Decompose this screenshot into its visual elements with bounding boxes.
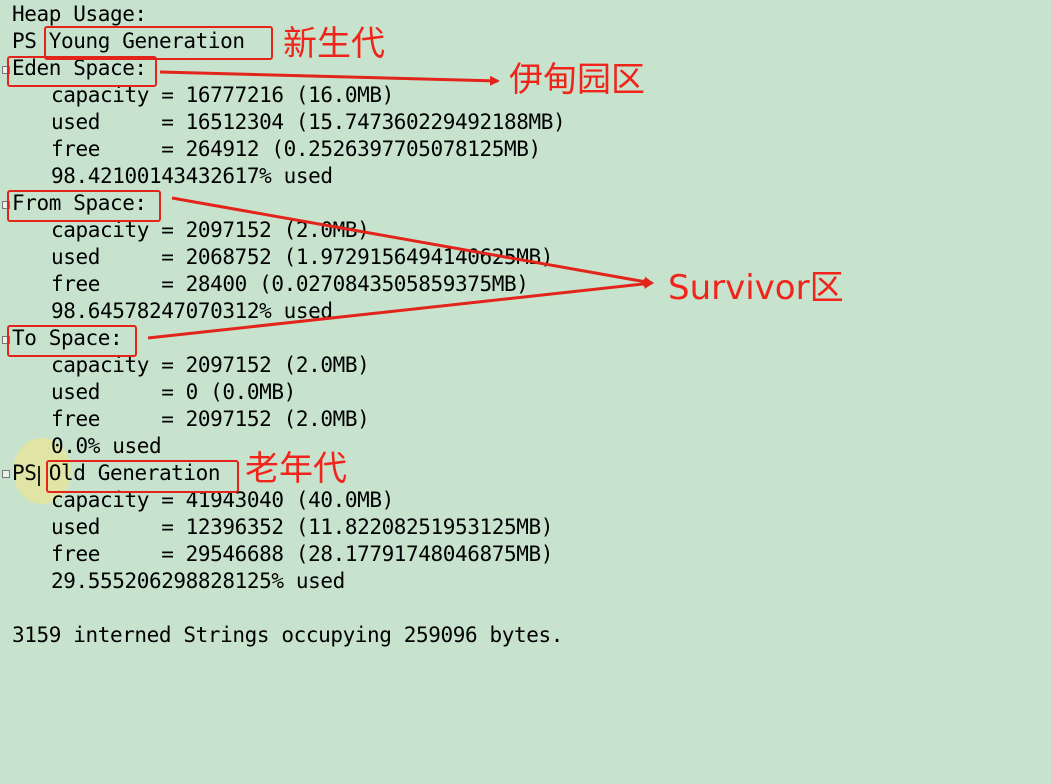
eden-arrow (159, 70, 500, 86)
young-gen-annotation: 新生代 (283, 24, 385, 64)
survivor-annotation: Survivor区 (668, 268, 844, 308)
to-arrow (147, 278, 654, 340)
eden-annotation: 伊甸园区 (509, 60, 645, 100)
from-arrow (171, 196, 654, 287)
old-gen-annotation: 老年代 (245, 449, 347, 489)
